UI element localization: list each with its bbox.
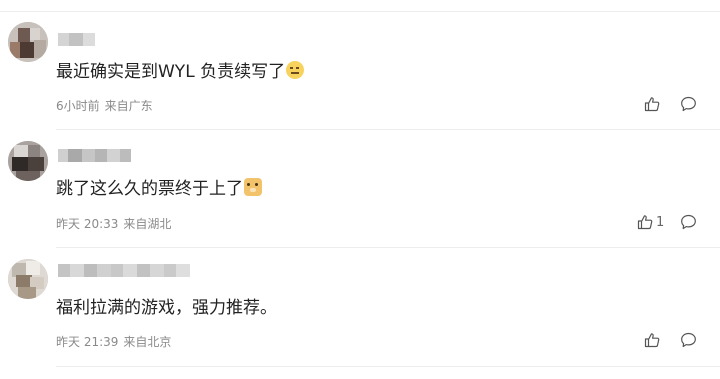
doge-emoji-icon	[244, 178, 262, 196]
avatar[interactable]	[8, 259, 48, 299]
comment-meta: 昨天 20:33 来自湖北	[56, 215, 171, 232]
comment-location: 来自广东	[104, 99, 153, 113]
thinking-face-emoji-icon	[286, 61, 305, 79]
comment-bubble-icon[interactable]	[680, 96, 697, 112]
comment-time: 6小时前	[56, 99, 100, 113]
avatar[interactable]	[8, 141, 48, 181]
comment-time: 昨天 21:39	[56, 335, 119, 349]
username-blurred[interactable]	[58, 33, 95, 46]
comment-location: 来自北京	[123, 335, 172, 349]
comment-text: 最近确实是到WYL 负责续写了	[56, 61, 305, 83]
comment-bubble-icon[interactable]	[680, 332, 697, 348]
comment-time: 昨天 20:33	[56, 217, 119, 231]
comment-divider	[56, 129, 720, 130]
username-blurred[interactable]	[58, 264, 190, 277]
comment-location: 来自湖北	[123, 217, 172, 231]
comment-text: 福利拉满的游戏，强力推荐。	[56, 298, 277, 318]
top-divider	[0, 11, 720, 12]
comment-bubble-icon[interactable]	[680, 214, 697, 230]
thumbs-up-icon[interactable]	[637, 214, 653, 230]
comment-meta: 6小时前 来自广东	[56, 97, 153, 114]
like-count: 1	[656, 215, 665, 230]
comment-divider	[56, 366, 720, 367]
comment-divider	[56, 247, 720, 248]
comment-text: 跳了这么久的票终于上了	[56, 178, 262, 200]
avatar[interactable]	[8, 22, 48, 62]
username-blurred[interactable]	[58, 149, 131, 162]
thumbs-up-icon[interactable]	[644, 332, 660, 348]
thumbs-up-icon[interactable]	[644, 96, 660, 112]
comment-meta: 昨天 21:39 来自北京	[56, 333, 171, 350]
